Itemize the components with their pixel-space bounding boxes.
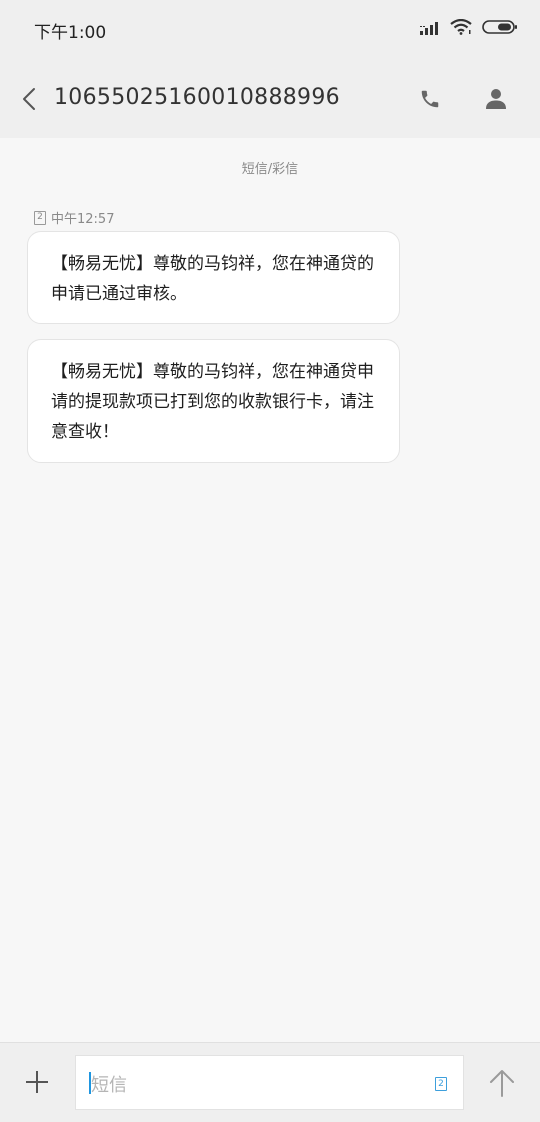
contact-icon (486, 89, 506, 109)
channel-label: 短信/彩信 (241, 162, 299, 177)
phone-icon (421, 90, 439, 108)
status-bar: 下午1:00 (0, 0, 540, 58)
battery-icon (482, 19, 518, 39)
sim-card-icon: 2 (34, 210, 46, 225)
sim-select-icon[interactable]: 2 (435, 1077, 447, 1091)
wifi-icon (450, 18, 472, 39)
message-bubble[interactable]: 【畅易无忧】尊敬的马钧祥，您在神通贷申请的提现款项已打到您的收款银行卡，请注意查… (27, 339, 400, 463)
back-icon (23, 88, 35, 110)
status-time: 下午1:00 (34, 23, 107, 43)
conversation-header: 10655025160010888996 (0, 58, 540, 138)
compose-bar: 短信 2 (0, 1042, 540, 1122)
plus-icon (26, 1071, 48, 1093)
message-meta: 2 中午12:57 (34, 208, 114, 227)
conversation-title: 10655025160010888996 (54, 85, 340, 110)
contact-button[interactable] (480, 84, 512, 114)
back-button[interactable] (14, 82, 44, 116)
add-attachment-button[interactable] (20, 1065, 54, 1099)
message-input[interactable]: 短信 2 (75, 1055, 464, 1110)
message-input-placeholder: 短信 (91, 1075, 127, 1096)
message-text: 【畅易无忧】尊敬的马钧祥，您在神通贷的申请已通过审核。 (51, 254, 374, 304)
send-arrow-icon (490, 1070, 514, 1097)
signal-icon (420, 20, 440, 39)
message-timestamp: 中午12:57 (51, 212, 115, 227)
send-button[interactable] (484, 1065, 520, 1101)
status-icons (420, 18, 518, 40)
message-bubble[interactable]: 【畅易无忧】尊敬的马钧祥，您在神通贷的申请已通过审核。 (27, 231, 400, 324)
call-button[interactable] (414, 84, 446, 114)
message-text: 【畅易无忧】尊敬的马钧祥，您在神通贷申请的提现款项已打到您的收款银行卡，请注意查… (51, 362, 374, 442)
text-caret (89, 1072, 91, 1094)
